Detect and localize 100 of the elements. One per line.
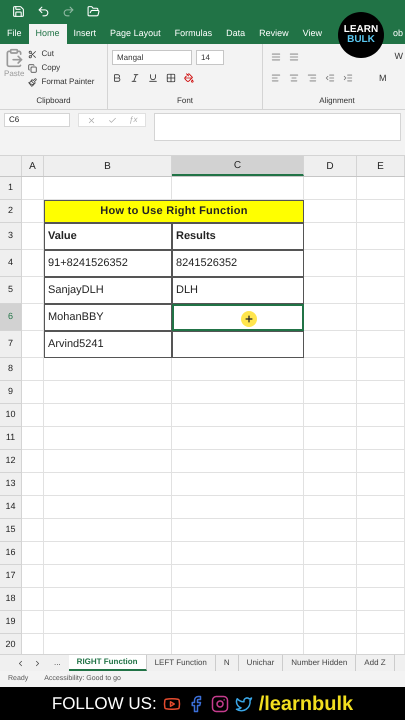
grid-cell[interactable] xyxy=(44,588,172,611)
row-header[interactable]: 14 xyxy=(0,496,22,519)
border-icon[interactable] xyxy=(166,73,176,83)
grid-cell[interactable] xyxy=(357,177,405,200)
indent-decrease-icon[interactable] xyxy=(325,73,335,84)
grid-cell[interactable] xyxy=(22,177,44,200)
ribbon-tab[interactable]: ob xyxy=(392,24,405,44)
grid-cell[interactable] xyxy=(22,404,44,427)
grid-cell[interactable] xyxy=(22,565,44,588)
row-header[interactable]: 19 xyxy=(0,611,22,634)
grid-cell[interactable] xyxy=(22,277,44,304)
row-header[interactable]: 5 xyxy=(0,277,22,304)
grid-cell[interactable] xyxy=(44,496,172,519)
cancel-icon[interactable] xyxy=(87,116,96,124)
grid-cell[interactable] xyxy=(22,473,44,496)
grid-cell[interactable] xyxy=(304,473,357,496)
row-header[interactable]: 20 xyxy=(0,634,22,654)
ribbon-tab[interactable]: Insert xyxy=(66,24,104,44)
copy-button[interactable]: Copy xyxy=(28,62,94,74)
grid-cell[interactable] xyxy=(304,519,357,542)
ribbon-tab[interactable]: File xyxy=(0,24,29,44)
grid-cell[interactable] xyxy=(22,450,44,473)
grid-cell[interactable] xyxy=(357,542,405,565)
merge-label[interactable]: M xyxy=(379,72,386,85)
font-name-field[interactable]: Mangal xyxy=(112,50,192,65)
grid-cell[interactable] xyxy=(22,223,44,250)
grid-cell[interactable] xyxy=(357,331,405,358)
indent-increase-icon[interactable] xyxy=(343,73,353,84)
grid-cell[interactable] xyxy=(44,519,172,542)
fill-color-icon[interactable] xyxy=(184,73,194,83)
row-header[interactable]: 11 xyxy=(0,427,22,450)
grid-cell[interactable] xyxy=(304,358,357,381)
grid-cell[interactable] xyxy=(172,565,304,588)
ribbon-tab[interactable]: Home xyxy=(28,24,67,44)
table-cell[interactable]: MohanBBY xyxy=(44,304,172,331)
row-header[interactable]: 4 xyxy=(0,250,22,277)
grid-cell[interactable] xyxy=(357,404,405,427)
grid-cell[interactable] xyxy=(357,381,405,404)
grid-cell[interactable] xyxy=(44,542,172,565)
grid-cell[interactable] xyxy=(304,200,357,223)
row-header[interactable]: 10 xyxy=(0,404,22,427)
paste-icon[interactable] xyxy=(4,48,24,68)
grid-cell[interactable] xyxy=(357,304,405,331)
column-heading[interactable]: Results xyxy=(172,223,304,250)
row-header[interactable]: 18 xyxy=(0,588,22,611)
grid-cell[interactable] xyxy=(357,200,405,223)
grid-cell[interactable] xyxy=(44,404,172,427)
instagram-icon[interactable] xyxy=(210,694,229,712)
grid-cell[interactable] xyxy=(22,588,44,611)
underline-icon[interactable] xyxy=(148,73,158,83)
grid-cell[interactable] xyxy=(357,496,405,519)
align-top-icon[interactable] xyxy=(271,52,281,62)
grid-cell[interactable] xyxy=(304,381,357,404)
grid-cell[interactable] xyxy=(172,404,304,427)
grid-cell[interactable] xyxy=(304,427,357,450)
grid-cell[interactable] xyxy=(357,277,405,304)
grid-cell[interactable] xyxy=(304,331,357,358)
name-box[interactable]: C6 xyxy=(4,113,70,127)
grid-cell[interactable] xyxy=(172,450,304,473)
row-header[interactable]: 16 xyxy=(0,542,22,565)
grid-cell[interactable] xyxy=(304,611,357,634)
column-header[interactable]: A xyxy=(22,156,44,176)
grid-cell[interactable] xyxy=(44,565,172,588)
grid-cell[interactable] xyxy=(22,331,44,358)
ribbon-tab[interactable]: View xyxy=(296,24,329,44)
grid-cell[interactable] xyxy=(357,223,405,250)
row-header[interactable]: 13 xyxy=(0,473,22,496)
grid-cell[interactable] xyxy=(357,611,405,634)
row-header[interactable]: 7 xyxy=(0,331,22,358)
grid-cell[interactable] xyxy=(22,358,44,381)
row-header[interactable]: 2 xyxy=(0,200,22,223)
scroll-left-icon[interactable] xyxy=(16,658,25,668)
sheet-tab[interactable]: RIGHT Function xyxy=(68,655,147,671)
grid-cell[interactable] xyxy=(357,427,405,450)
row-header[interactable]: 1 xyxy=(0,177,22,200)
grid-cell[interactable] xyxy=(22,427,44,450)
undo-icon[interactable] xyxy=(37,4,50,18)
table-cell[interactable] xyxy=(172,331,304,358)
grid-cell[interactable] xyxy=(44,358,172,381)
grid-cell[interactable] xyxy=(357,358,405,381)
column-header[interactable]: D xyxy=(304,156,357,176)
grid-cell[interactable] xyxy=(44,450,172,473)
enter-icon[interactable] xyxy=(108,116,117,124)
grid-cell[interactable] xyxy=(357,588,405,611)
grid-cell[interactable] xyxy=(172,588,304,611)
grid-cell[interactable] xyxy=(22,381,44,404)
grid-cell[interactable] xyxy=(44,427,172,450)
grid-cell[interactable] xyxy=(172,358,304,381)
italic-icon[interactable] xyxy=(130,73,140,83)
formula-bar[interactable] xyxy=(154,113,401,141)
ribbon-tab[interactable]: Page Layout xyxy=(103,24,168,44)
grid-cell[interactable] xyxy=(172,473,304,496)
folder-icon[interactable] xyxy=(87,4,100,18)
grid-cell[interactable] xyxy=(22,250,44,277)
font-size-field[interactable]: 14 xyxy=(196,50,224,65)
ribbon-tab[interactable]: Data xyxy=(219,24,252,44)
grid-cell[interactable] xyxy=(172,496,304,519)
row-header[interactable]: 17 xyxy=(0,565,22,588)
ribbon-tab[interactable]: Review xyxy=(252,24,296,44)
row-header[interactable]: 15 xyxy=(0,519,22,542)
